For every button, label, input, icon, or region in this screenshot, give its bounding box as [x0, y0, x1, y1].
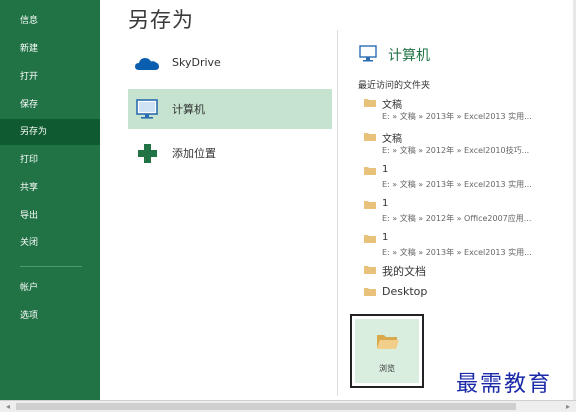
folder-path: E: » 文稿 » 2013年 » Excel2013 实用... [382, 112, 532, 121]
nav-info[interactable]: 信息 [0, 8, 100, 34]
open-folder-icon [377, 335, 399, 349]
folder-name: 1 [382, 232, 389, 243]
folder-icon [364, 288, 376, 296]
folder-icon [364, 201, 376, 209]
place-skydrive[interactable]: SkyDrive [128, 44, 332, 84]
horizontal-scrollbar[interactable]: ◂ ▸ [0, 400, 576, 412]
recent-folder[interactable]: 1 E: » 文稿 » 2013年 » Excel2013 实用... [364, 232, 564, 264]
scrollbar-thumb[interactable] [16, 403, 516, 410]
computer-header-label: 计算机 [388, 48, 430, 64]
folder-path: E: » 文稿 » 2012年 » Excel2010技巧... [382, 146, 530, 155]
scroll-right-icon[interactable]: ▸ [562, 402, 574, 412]
folder-icon [364, 167, 376, 175]
place-computer[interactable]: 计算机 [128, 89, 332, 129]
computer-icon [136, 99, 158, 119]
nav-new[interactable]: 新建 [0, 36, 100, 62]
place-label: 计算机 [172, 103, 205, 116]
recent-folder[interactable]: Desktop [364, 285, 564, 317]
recent-folder[interactable]: 1 E: » 文稿 » 2012年 » Office2007应用... [364, 198, 564, 230]
nav-export[interactable]: 导出 [0, 203, 100, 229]
plus-icon [138, 144, 157, 163]
nav-share[interactable]: 共享 [0, 175, 100, 201]
folder-path: E: » 文稿 » 2012年 » Office2007应用... [382, 214, 532, 223]
recent-folders-title: 最近访问的文件夹 [358, 81, 431, 91]
folder-name: 1 [382, 164, 389, 175]
recent-folder[interactable]: 文稿 E: » 文稿 » 2012年 » Excel2010技巧... [364, 130, 564, 162]
nav-save[interactable]: 保存 [0, 92, 100, 118]
folder-path: E: » 文稿 » 2013年 » Excel2013 实用... [382, 248, 532, 257]
cloud-icon [135, 58, 159, 70]
column-divider [337, 30, 338, 396]
place-add-location[interactable]: 添加位置 [128, 133, 332, 173]
nav-print[interactable]: 打印 [0, 147, 100, 173]
recent-folder[interactable]: 1 E: » 文稿 » 2013年 » Excel2013 实用... [364, 164, 564, 196]
folder-name: 文稿 [382, 100, 402, 111]
nav-account[interactable]: 帐户 [0, 275, 100, 301]
folder-icon [364, 133, 376, 141]
folder-name: 我的文档 [382, 265, 426, 278]
nav-divider [20, 266, 82, 267]
page-title: 另存为 [128, 8, 194, 32]
place-label: 添加位置 [172, 147, 216, 160]
browse-button-face: 浏览 [355, 319, 419, 383]
watermark-text: 最需教育 [456, 372, 553, 397]
folder-path: E: » 文稿 » 2013年 » Excel2013 实用... [382, 180, 532, 189]
backstage-view: 信息 新建 打开 保存 另存为 打印 共享 导出 关闭 帐户 选项 另存为 Sk… [0, 0, 576, 412]
place-label: SkyDrive [172, 56, 221, 69]
backstage-sidebar: 信息 新建 打开 保存 另存为 打印 共享 导出 关闭 帐户 选项 [0, 0, 100, 400]
folder-name: Desktop [382, 285, 428, 298]
scroll-left-icon[interactable]: ◂ [2, 402, 14, 412]
nav-close[interactable]: 关闭 [0, 230, 100, 256]
recent-folder[interactable]: 文稿 E: » 文稿 » 2013年 » Excel2013 实用... [364, 96, 564, 128]
browse-button[interactable]: 浏览 [350, 314, 424, 388]
folder-icon [364, 235, 376, 243]
browse-label: 浏览 [379, 364, 395, 373]
folder-name: 文稿 [382, 134, 402, 145]
nav-open[interactable]: 打开 [0, 64, 100, 90]
folder-name: 1 [382, 198, 389, 209]
folder-icon [364, 99, 376, 107]
computer-icon [359, 45, 377, 62]
nav-save-as[interactable]: 另存为 [0, 119, 100, 145]
folder-icon [364, 266, 376, 274]
nav-options[interactable]: 选项 [0, 303, 100, 329]
